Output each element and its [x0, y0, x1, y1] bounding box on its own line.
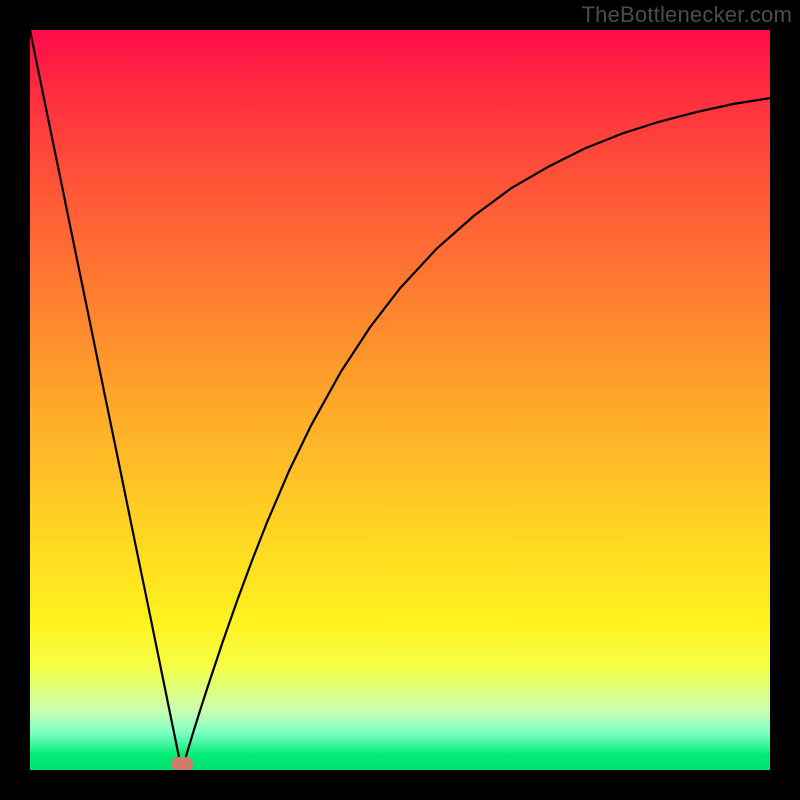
- watermark-text: TheBottlenecker.com: [582, 2, 792, 28]
- chart-frame: TheBottlenecker.com: [0, 0, 800, 800]
- plot-area: [30, 30, 770, 770]
- optimal-point-marker: [171, 757, 193, 770]
- bottleneck-curve: [30, 30, 770, 770]
